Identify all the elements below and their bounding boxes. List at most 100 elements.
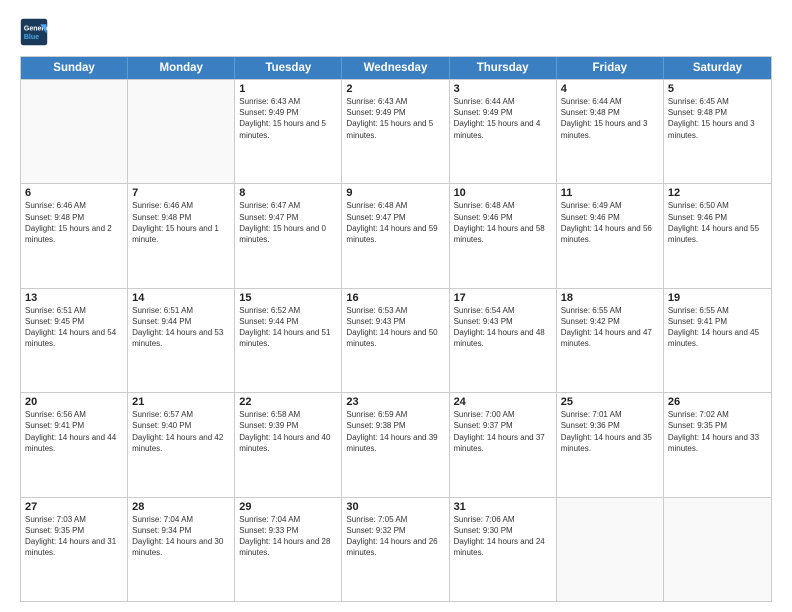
logo-icon: General Blue [20,18,48,46]
calendar-cell: 22Sunrise: 6:58 AM Sunset: 9:39 PM Dayli… [235,393,342,496]
day-number: 9 [346,187,444,199]
cell-info: Sunrise: 6:43 AM Sunset: 9:49 PM Dayligh… [346,96,444,141]
calendar-day-header: Thursday [450,57,557,79]
cell-info: Sunrise: 6:51 AM Sunset: 9:45 PM Dayligh… [25,305,123,350]
cell-info: Sunrise: 6:53 AM Sunset: 9:43 PM Dayligh… [346,305,444,350]
cell-info: Sunrise: 6:55 AM Sunset: 9:41 PM Dayligh… [668,305,767,350]
calendar-cell: 5Sunrise: 6:45 AM Sunset: 9:48 PM Daylig… [664,80,771,183]
calendar-row: 1 Sunrise: 6:43 AM Sunset: 9:49 PM Daylig… [21,79,771,183]
calendar-cell: 18Sunrise: 6:55 AM Sunset: 9:42 PM Dayli… [557,289,664,392]
calendar-cell: 20Sunrise: 6:56 AM Sunset: 9:41 PM Dayli… [21,393,128,496]
calendar-cell: 19Sunrise: 6:55 AM Sunset: 9:41 PM Dayli… [664,289,771,392]
calendar-day-header: Wednesday [342,57,449,79]
calendar-cell: 2Sunrise: 6:43 AM Sunset: 9:49 PM Daylig… [342,80,449,183]
cell-info: Sunrise: 6:51 AM Sunset: 9:44 PM Dayligh… [132,305,230,350]
day-number: 31 [454,501,552,513]
day-number: 19 [668,292,767,304]
page: General Blue SundayMondayTuesdayWednesda… [0,0,792,612]
cell-info: Sunrise: 6:44 AM Sunset: 9:48 PM Dayligh… [561,96,659,141]
calendar-cell: 10Sunrise: 6:48 AM Sunset: 9:46 PM Dayli… [450,184,557,287]
calendar-cell [128,80,235,183]
day-number: 8 [239,187,337,199]
calendar-cell: 12Sunrise: 6:50 AM Sunset: 9:46 PM Dayli… [664,184,771,287]
cell-info: Sunrise: 7:05 AM Sunset: 9:32 PM Dayligh… [346,514,444,559]
calendar-cell: 11Sunrise: 6:49 AM Sunset: 9:46 PM Dayli… [557,184,664,287]
calendar-cell: 16Sunrise: 6:53 AM Sunset: 9:43 PM Dayli… [342,289,449,392]
day-number: 27 [25,501,123,513]
day-number: 25 [561,396,659,408]
calendar-cell: 26Sunrise: 7:02 AM Sunset: 9:35 PM Dayli… [664,393,771,496]
day-number: 18 [561,292,659,304]
cell-info: Sunrise: 7:00 AM Sunset: 9:37 PM Dayligh… [454,409,552,454]
calendar-cell: 6Sunrise: 6:46 AM Sunset: 9:48 PM Daylig… [21,184,128,287]
calendar-cell: 9Sunrise: 6:48 AM Sunset: 9:47 PM Daylig… [342,184,449,287]
day-number: 12 [668,187,767,199]
calendar-cell: 8Sunrise: 6:47 AM Sunset: 9:47 PM Daylig… [235,184,342,287]
cell-info: Sunrise: 7:02 AM Sunset: 9:35 PM Dayligh… [668,409,767,454]
day-number: 24 [454,396,552,408]
calendar-cell: 15Sunrise: 6:52 AM Sunset: 9:44 PM Dayli… [235,289,342,392]
cell-info: Sunrise: 6:44 AM Sunset: 9:49 PM Dayligh… [454,96,552,141]
day-number: 6 [25,187,123,199]
calendar-day-header: Saturday [664,57,771,79]
calendar-cell: 7Sunrise: 6:46 AM Sunset: 9:48 PM Daylig… [128,184,235,287]
day-number: 17 [454,292,552,304]
cell-info: Sunrise: 6:48 AM Sunset: 9:47 PM Dayligh… [346,200,444,245]
calendar-cell: 31Sunrise: 7:06 AM Sunset: 9:30 PM Dayli… [450,498,557,601]
calendar-day-header: Sunday [21,57,128,79]
calendar-cell: 24Sunrise: 7:00 AM Sunset: 9:37 PM Dayli… [450,393,557,496]
cell-info: Sunrise: 6:47 AM Sunset: 9:47 PM Dayligh… [239,200,337,245]
day-number: 30 [346,501,444,513]
calendar-cell: 27Sunrise: 7:03 AM Sunset: 9:35 PM Dayli… [21,498,128,601]
day-number: 1 [239,83,337,95]
calendar-body: 1 Sunrise: 6:43 AM Sunset: 9:49 PM Daylig… [21,79,771,601]
cell-info: Sunrise: 6:58 AM Sunset: 9:39 PM Dayligh… [239,409,337,454]
cell-info: Sunrise: 7:04 AM Sunset: 9:34 PM Dayligh… [132,514,230,559]
day-number: 13 [25,292,123,304]
day-number: 5 [668,83,767,95]
cell-info: Sunrise: 6:59 AM Sunset: 9:38 PM Dayligh… [346,409,444,454]
calendar-day-header: Tuesday [235,57,342,79]
cell-info: Sunrise: 6:46 AM Sunset: 9:48 PM Dayligh… [25,200,123,245]
day-number: 20 [25,396,123,408]
day-number: 3 [454,83,552,95]
calendar-cell: 30Sunrise: 7:05 AM Sunset: 9:32 PM Dayli… [342,498,449,601]
calendar-day-header: Monday [128,57,235,79]
calendar-row: 20Sunrise: 6:56 AM Sunset: 9:41 PM Dayli… [21,392,771,496]
calendar-row: 13Sunrise: 6:51 AM Sunset: 9:45 PM Dayli… [21,288,771,392]
calendar-cell: 21Sunrise: 6:57 AM Sunset: 9:40 PM Dayli… [128,393,235,496]
cell-info: Sunrise: 6:45 AM Sunset: 9:48 PM Dayligh… [668,96,767,141]
calendar-header: SundayMondayTuesdayWednesdayThursdayFrid… [21,57,771,79]
cell-info: Sunrise: 7:03 AM Sunset: 9:35 PM Dayligh… [25,514,123,559]
calendar-day-header: Friday [557,57,664,79]
cell-info: Sunrise: 6:57 AM Sunset: 9:40 PM Dayligh… [132,409,230,454]
logo: General Blue [20,18,50,46]
calendar-cell [664,498,771,601]
cell-info: Sunrise: 6:46 AM Sunset: 9:48 PM Dayligh… [132,200,230,245]
calendar: SundayMondayTuesdayWednesdayThursdayFrid… [20,56,772,602]
calendar-cell [21,80,128,183]
svg-text:Blue: Blue [24,34,39,41]
day-number: 22 [239,396,337,408]
calendar-cell: 28Sunrise: 7:04 AM Sunset: 9:34 PM Dayli… [128,498,235,601]
day-number: 23 [346,396,444,408]
cell-info: Sunrise: 7:04 AM Sunset: 9:33 PM Dayligh… [239,514,337,559]
cell-info: Sunrise: 6:54 AM Sunset: 9:43 PM Dayligh… [454,305,552,350]
day-number: 2 [346,83,444,95]
day-number: 28 [132,501,230,513]
calendar-cell: 23Sunrise: 6:59 AM Sunset: 9:38 PM Dayli… [342,393,449,496]
day-number: 26 [668,396,767,408]
day-number: 16 [346,292,444,304]
day-number: 21 [132,396,230,408]
day-number: 4 [561,83,659,95]
calendar-cell: 17Sunrise: 6:54 AM Sunset: 9:43 PM Dayli… [450,289,557,392]
header: General Blue [20,18,772,46]
cell-info: Sunrise: 7:06 AM Sunset: 9:30 PM Dayligh… [454,514,552,559]
day-number: 29 [239,501,337,513]
cell-info: Sunrise: 6:50 AM Sunset: 9:46 PM Dayligh… [668,200,767,245]
calendar-row: 6Sunrise: 6:46 AM Sunset: 9:48 PM Daylig… [21,183,771,287]
cell-info: Sunrise: 6:55 AM Sunset: 9:42 PM Dayligh… [561,305,659,350]
calendar-cell: 25Sunrise: 7:01 AM Sunset: 9:36 PM Dayli… [557,393,664,496]
cell-info: Sunrise: 6:48 AM Sunset: 9:46 PM Dayligh… [454,200,552,245]
cell-info: Sunrise: 6:56 AM Sunset: 9:41 PM Dayligh… [25,409,123,454]
